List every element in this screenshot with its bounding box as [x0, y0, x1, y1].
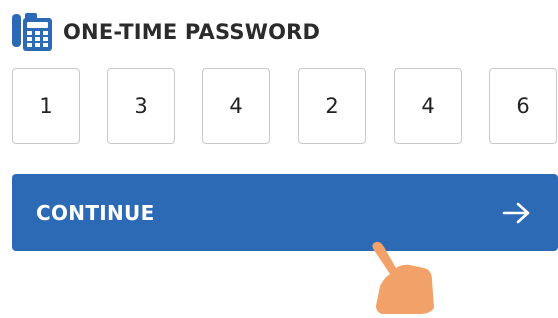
otp-digit-4[interactable]: 2: [298, 68, 366, 144]
pointer-hand-icon: [372, 241, 434, 314]
otp-digit-1[interactable]: 1: [12, 68, 80, 144]
otp-digit-2[interactable]: 3: [107, 68, 175, 144]
continue-button[interactable]: CONTINUE: [12, 174, 558, 251]
otp-screen: ONE-TIME PASSWORD 1 3 4 2 4 6 CONTINUE: [0, 0, 558, 318]
header: ONE-TIME PASSWORD: [12, 12, 320, 52]
page-title: ONE-TIME PASSWORD: [63, 20, 321, 44]
phone-keypad-icon: [12, 13, 52, 51]
otp-digit-3[interactable]: 4: [202, 68, 270, 144]
arrow-right-icon: [502, 202, 530, 223]
otp-input-group: 1 3 4 2 4 6: [12, 68, 558, 146]
otp-digit-6[interactable]: 6: [489, 68, 557, 144]
otp-digit-5[interactable]: 4: [394, 68, 462, 144]
continue-label: CONTINUE: [36, 200, 155, 225]
